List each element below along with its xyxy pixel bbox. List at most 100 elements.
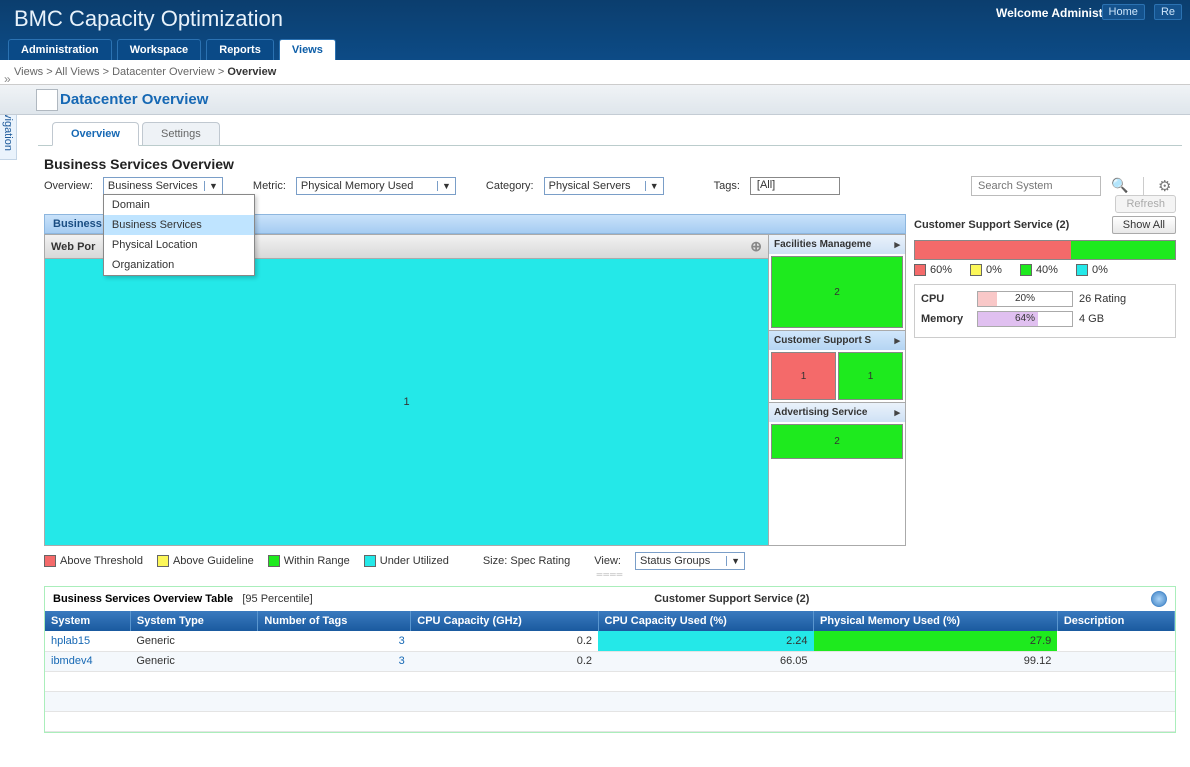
cell: 27.9 (814, 631, 1058, 651)
tags-input[interactable]: [All] (750, 177, 840, 195)
show-all-button[interactable]: Show All (1112, 216, 1176, 234)
tab-administration[interactable]: Administration (8, 39, 112, 60)
treemap-box[interactable]: 1 (838, 352, 903, 400)
view-combo[interactable]: Status Groups ▼ (635, 552, 745, 570)
data-table: SystemSystem TypeNumber of TagsCPU Capac… (45, 611, 1175, 732)
swatch (970, 264, 982, 276)
treemap-side-cell[interactable]: Advertising Service▸2 (769, 403, 905, 461)
swatch-cyan (364, 555, 376, 567)
splitter[interactable]: ════ (44, 570, 1176, 576)
chevron-down-icon: ▼ (726, 556, 740, 566)
table-pct: [95 Percentile] (242, 593, 312, 605)
gear-icon[interactable]: ⚙ (1158, 177, 1176, 195)
percent-row: 60% 0% 40% 0% (914, 264, 1176, 276)
tab-views[interactable]: Views (279, 39, 336, 60)
swatch-yellow (157, 555, 169, 567)
subtab-overview[interactable]: Overview (52, 122, 139, 146)
col-header[interactable]: CPU Capacity Used (%) (598, 611, 814, 631)
crumb-3[interactable]: Datacenter Overview (112, 66, 215, 78)
top-bar: BMC Capacity Optimization Welcome Admini… (0, 0, 1190, 60)
tab-reports[interactable]: Reports (206, 39, 274, 60)
cell: Generic (130, 631, 258, 651)
metric-label: Memory (921, 313, 971, 325)
treemap-box[interactable]: 2 (771, 256, 903, 328)
opt-business-services[interactable]: Business Services (104, 215, 254, 235)
treemap-side-cell[interactable]: Facilities Manageme▸2 (769, 235, 905, 331)
treemap-box[interactable]: 2 (771, 424, 903, 459)
plus-icon[interactable]: ⊕ (750, 238, 762, 255)
col-header[interactable]: Description (1057, 611, 1174, 631)
breadcrumb: Views > All Views > Datacenter Overview … (0, 60, 1190, 85)
chevron-right-icon[interactable]: ▸ (894, 238, 900, 251)
right-panel: Customer Support Service (2) Show All 60… (914, 214, 1176, 570)
treemap-main-cell[interactable]: Web Por ⊕ 1 (45, 235, 768, 545)
system-link[interactable]: ibmdev4 (51, 655, 93, 667)
crumb-1[interactable]: Views (14, 66, 43, 78)
tab-workspace[interactable]: Workspace (117, 39, 202, 60)
cell: 3 (258, 631, 411, 651)
overview-combo[interactable]: Business Services ▼ (103, 177, 223, 195)
legend-row: Above Threshold Above Guideline Within R… (44, 552, 906, 570)
opt-organization[interactable]: Organization (104, 255, 254, 275)
category-value: Physical Servers (549, 180, 631, 192)
bar-segment (1071, 241, 1175, 259)
chevron-right-icon[interactable]: ▸ (894, 406, 900, 419)
opt-domain[interactable]: Domain (104, 195, 254, 215)
table-area: Business Services Overview Table [95 Per… (44, 586, 1176, 733)
metric-label: CPU (921, 293, 971, 305)
home-link[interactable]: Home (1102, 4, 1145, 20)
col-header[interactable]: Physical Memory Used (%) (814, 611, 1058, 631)
page-title: Datacenter Overview (60, 91, 208, 108)
opt-physical-location[interactable]: Physical Location (104, 235, 254, 255)
treemap-box[interactable]: 1 (771, 352, 836, 400)
cell: 0.2 (411, 631, 598, 651)
cell: 3 (258, 651, 411, 671)
table-title: Business Services Overview Table (53, 593, 233, 605)
table-row[interactable]: hplab15Generic30.22.2427.9 (45, 631, 1175, 651)
col-header[interactable]: System Type (130, 611, 258, 631)
crumb-2[interactable]: All Views (55, 66, 99, 78)
cell (1057, 631, 1174, 651)
bar-segment (915, 241, 1071, 259)
system-link[interactable]: hplab15 (51, 635, 90, 647)
swatch-green (268, 555, 280, 567)
view-label: View: (594, 555, 621, 567)
pct-value: 0% (986, 264, 1002, 276)
section-title: Business Services Overview (44, 156, 1176, 172)
metric-bar: 64% (977, 311, 1073, 327)
reload-icon[interactable] (1151, 591, 1167, 607)
overview-label: Overview: (44, 180, 93, 192)
sub-tabs: Overview Settings (38, 121, 1182, 146)
table-row[interactable]: ibmdev4Generic30.266.0599.12 (45, 651, 1175, 671)
pct-value: 0% (1092, 264, 1108, 276)
nav-expand-icon[interactable]: » (4, 72, 11, 86)
treemap: Web Por ⊕ 1 Facilities Manageme▸2Custome… (44, 234, 906, 546)
col-header[interactable]: Number of Tags (258, 611, 411, 631)
cell: Generic (130, 651, 258, 671)
category-combo[interactable]: Physical Servers ▼ (544, 177, 664, 195)
refresh-button[interactable]: Refresh (1115, 195, 1176, 213)
chevron-down-icon: ▼ (204, 181, 218, 191)
metrics-box: CPU20%26 RatingMemory64%4 GB (914, 284, 1176, 338)
cell: 0.2 (411, 651, 598, 671)
page-icon (36, 89, 58, 111)
treemap-main-body[interactable]: 1 (45, 259, 768, 545)
col-header[interactable]: System (45, 611, 130, 631)
metric-combo[interactable]: Physical Memory Used ▼ (296, 177, 456, 195)
right-panel-title: Customer Support Service (2) (914, 219, 1069, 231)
overview-value: Business Services (108, 180, 198, 192)
category-label: Category: (486, 180, 534, 192)
re-link[interactable]: Re (1154, 4, 1182, 20)
chevron-right-icon[interactable]: ▸ (894, 334, 900, 347)
search-input[interactable] (971, 176, 1101, 196)
pct-value: 40% (1036, 264, 1058, 276)
treemap-side-column: Facilities Manageme▸2Customer Support S▸… (768, 235, 905, 545)
page-header: Datacenter Overview (0, 85, 1190, 115)
col-header[interactable]: CPU Capacity (GHz) (411, 611, 598, 631)
divider (1143, 177, 1144, 195)
pct-value: 60% (930, 264, 952, 276)
chevron-down-icon: ▼ (437, 181, 451, 191)
subtab-settings[interactable]: Settings (142, 122, 220, 145)
search-icon[interactable]: 🔍 (1111, 177, 1129, 195)
treemap-side-cell[interactable]: Customer Support S▸11 (769, 331, 905, 403)
